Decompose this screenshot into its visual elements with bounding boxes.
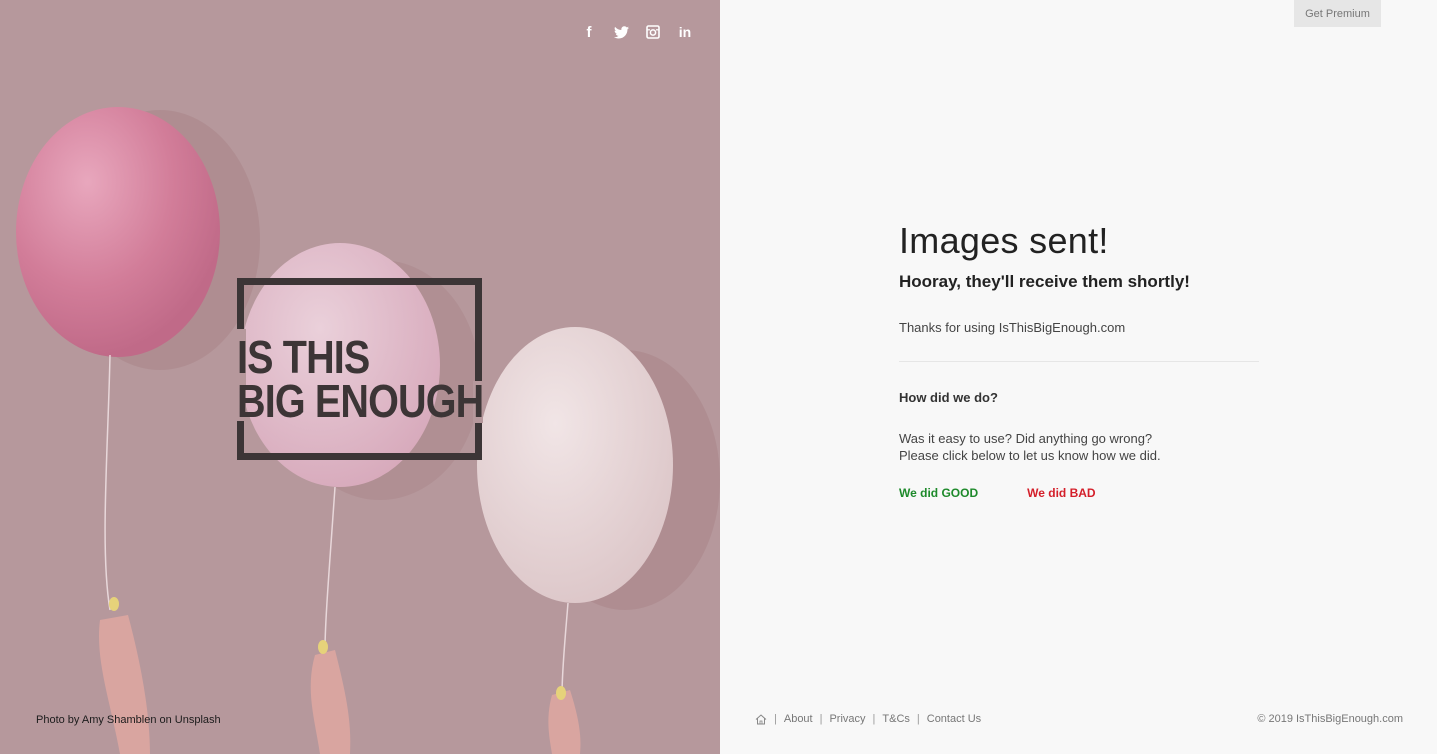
logo-line-2: BIG ENOUGH: [237, 375, 484, 427]
hero-panel: f in IS THIS BIG ENOUGH Photo by Amy Sha…: [0, 0, 720, 754]
get-premium-button[interactable]: Get Premium: [1294, 0, 1381, 27]
feedback-prompt-line-1: Was it easy to use? Did anything go wron…: [899, 431, 1153, 446]
photo-credit: Photo by Amy Shamblen on Unsplash: [36, 714, 221, 726]
footer-separator: |: [819, 713, 823, 725]
footer-link-contact[interactable]: Contact Us: [927, 713, 981, 725]
main-panel: Get Premium Images sent! Hooray, they'll…: [720, 0, 1437, 754]
copyright: © 2019 IsThisBigEnough.com: [1257, 713, 1403, 725]
we-did-good-button[interactable]: We did GOOD: [899, 486, 978, 500]
footer-link-privacy[interactable]: Privacy: [829, 713, 865, 725]
site-logo: IS THIS BIG ENOUGH: [236, 278, 484, 460]
footer-link-terms[interactable]: T&Cs: [882, 713, 910, 725]
thanks-text: Thanks for using IsThisBigEnough.com: [899, 320, 1126, 335]
we-did-bad-button[interactable]: We did BAD: [1027, 486, 1095, 500]
twitter-icon[interactable]: [612, 22, 630, 42]
linkedin-icon[interactable]: in: [676, 22, 694, 42]
feedback-buttons: We did GOOD We did BAD: [899, 486, 1259, 500]
logo-line-1: IS THIS: [237, 331, 370, 383]
divider: [899, 361, 1259, 362]
feedback-prompt-line-2: Please click below to let us know how we…: [899, 448, 1161, 463]
confirmation-content: Images sent! Hooray, they'll receive the…: [899, 220, 1259, 500]
footer-separator: |: [774, 713, 777, 725]
feedback-prompt: Was it easy to use? Did anything go wron…: [899, 430, 1259, 464]
footer-nav: | About | Privacy | T&Cs | Contact Us: [755, 713, 981, 725]
footer-separator: |: [872, 713, 876, 725]
facebook-icon[interactable]: f: [580, 22, 598, 42]
feedback-question: How did we do?: [899, 390, 998, 405]
instagram-icon[interactable]: [644, 22, 662, 42]
home-icon[interactable]: [755, 713, 767, 725]
footer-link-about[interactable]: About: [784, 713, 813, 725]
footer-separator: |: [916, 713, 920, 725]
logo-text: IS THIS BIG ENOUGH: [237, 331, 484, 427]
page-title: Images sent!: [899, 220, 1109, 261]
page-subtitle: Hooray, they'll receive them shortly!: [899, 272, 1190, 291]
social-links: f in: [580, 22, 694, 42]
